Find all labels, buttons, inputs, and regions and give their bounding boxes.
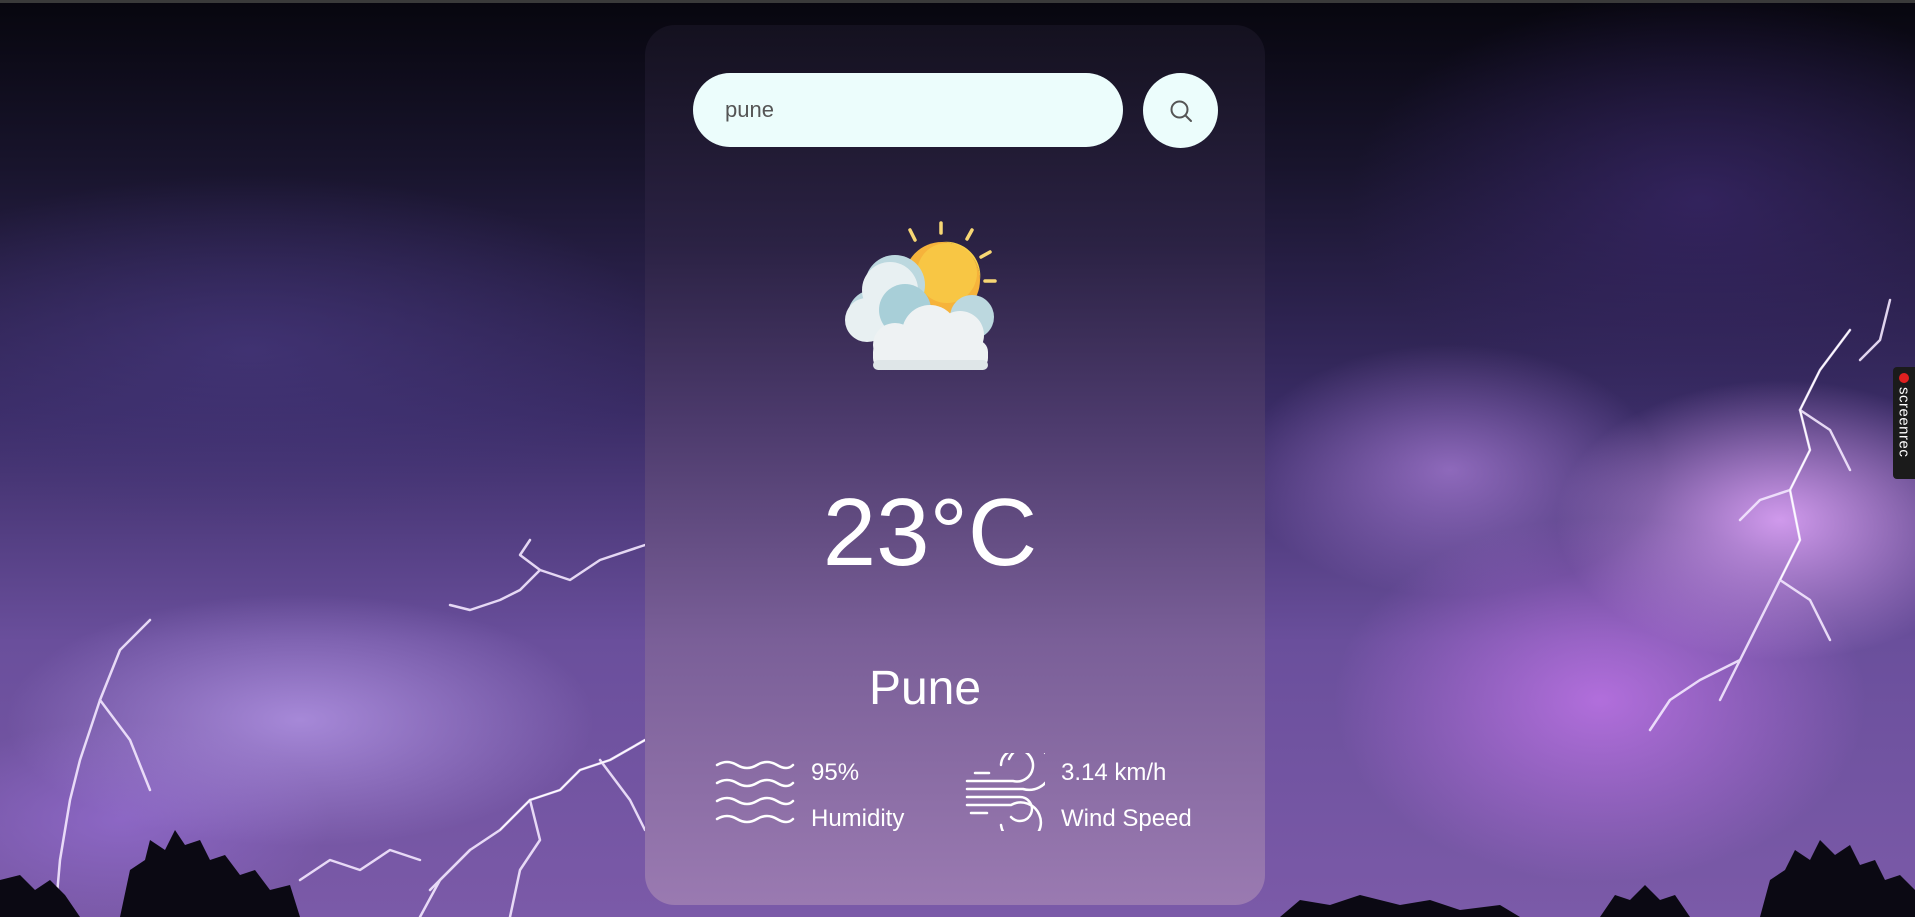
partly-cloudy-icon [845, 221, 997, 370]
city-name: Pune [868, 662, 982, 715]
humidity-text: 95% Humidity [811, 753, 904, 831]
screen-recorder-label: screenrec [1895, 387, 1913, 458]
weather-card: 23°C Pune 95% Humidity [645, 25, 1265, 905]
humidity-value: 95% [811, 759, 860, 786]
search-icon [1170, 100, 1192, 122]
page: 23°C Pune 95% Humidity [0, 0, 1915, 917]
wind-value: 3.14 km/h [1061, 759, 1167, 786]
wind-stat: 3.14 km/h Wind Speed [965, 753, 1192, 831]
temperature: 23°C [822, 479, 1038, 586]
wind-label: Wind Speed [1061, 805, 1192, 832]
wind-icon [965, 753, 1045, 831]
humidity-stat: 95% Humidity [715, 753, 904, 831]
search-input[interactable] [723, 96, 1093, 124]
search-field[interactable] [693, 73, 1123, 147]
record-dot-icon [1899, 373, 1909, 383]
search-button[interactable] [1143, 73, 1218, 148]
screen-recorder-tab[interactable]: screenrec [1893, 367, 1915, 479]
humidity-label: Humidity [811, 805, 905, 832]
wind-text: 3.14 km/h Wind Speed [1061, 753, 1192, 831]
humidity-waves-icon [715, 760, 795, 824]
